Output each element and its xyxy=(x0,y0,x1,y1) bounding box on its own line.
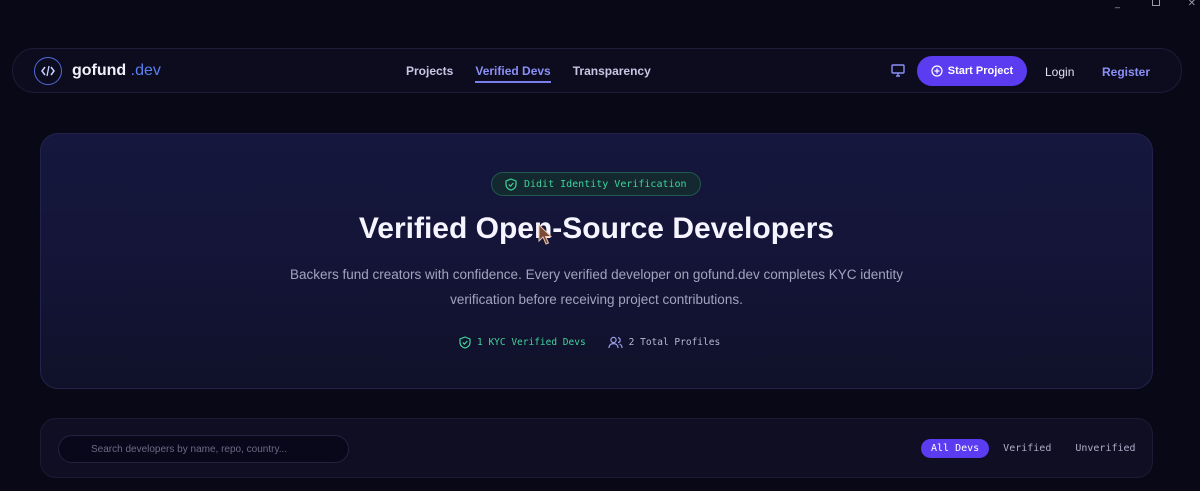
close-icon[interactable]: ✕ xyxy=(1188,0,1196,9)
hero-section: Didit Identity Verification Verified Ope… xyxy=(40,133,1153,389)
filter-tab-all-devs[interactable]: All Devs xyxy=(921,439,990,458)
maximize-icon[interactable] xyxy=(1152,0,1160,6)
brand-logo[interactable]: gofund .dev xyxy=(72,62,161,80)
plus-circle-icon xyxy=(931,65,943,77)
brand-name: gofund xyxy=(72,62,127,79)
verification-badge-label: Didit Identity Verification xyxy=(524,178,687,190)
stat-verified-devs: 1 KYC Verified Devs xyxy=(459,336,586,349)
mouse-cursor-icon xyxy=(538,224,553,245)
filter-tab-unverified[interactable]: Unverified xyxy=(1065,439,1145,458)
filter-tab-verified[interactable]: Verified xyxy=(993,439,1061,458)
window-controls: _ ✕ xyxy=(1080,0,1200,12)
shield-check-icon xyxy=(459,336,471,349)
register-link[interactable]: Register xyxy=(1102,65,1150,79)
hero-stats: 1 KYC Verified Devs 2 Total Profiles xyxy=(459,336,720,349)
filter-tabs: All Devs Verified Unverified xyxy=(921,439,1146,458)
code-icon[interactable] xyxy=(34,57,62,85)
stat-total-label: 2 Total Profiles xyxy=(628,337,721,348)
shield-check-icon xyxy=(505,177,517,191)
nav-link-projects[interactable]: Projects xyxy=(406,64,453,83)
users-icon xyxy=(608,336,623,349)
minimize-icon[interactable]: _ xyxy=(1115,0,1120,9)
hero-description: Backers fund creators with confidence. E… xyxy=(289,267,904,307)
monitor-icon[interactable] xyxy=(891,64,905,82)
verification-badge: Didit Identity Verification xyxy=(491,172,701,196)
nav-link-transparency[interactable]: Transparency xyxy=(573,64,651,83)
start-project-button[interactable]: Start Project xyxy=(917,56,1027,86)
top-navbar: gofund .dev Projects Verified Devs Trans… xyxy=(12,48,1182,93)
filter-bar: All Devs Verified Unverified xyxy=(40,418,1153,478)
brand-suffix: .dev xyxy=(130,62,161,79)
page-title: Verified Open-Source Developers xyxy=(358,212,835,245)
main-nav: Projects Verified Devs Transparency xyxy=(406,64,651,83)
stat-total-profiles: 2 Total Profiles xyxy=(608,336,721,349)
login-link[interactable]: Login xyxy=(1045,65,1074,79)
nav-link-verified-devs[interactable]: Verified Devs xyxy=(475,64,551,83)
stat-verified-label: 1 KYC Verified Devs xyxy=(477,337,586,348)
search-input[interactable] xyxy=(58,435,349,463)
start-project-label: Start Project xyxy=(947,65,1014,77)
